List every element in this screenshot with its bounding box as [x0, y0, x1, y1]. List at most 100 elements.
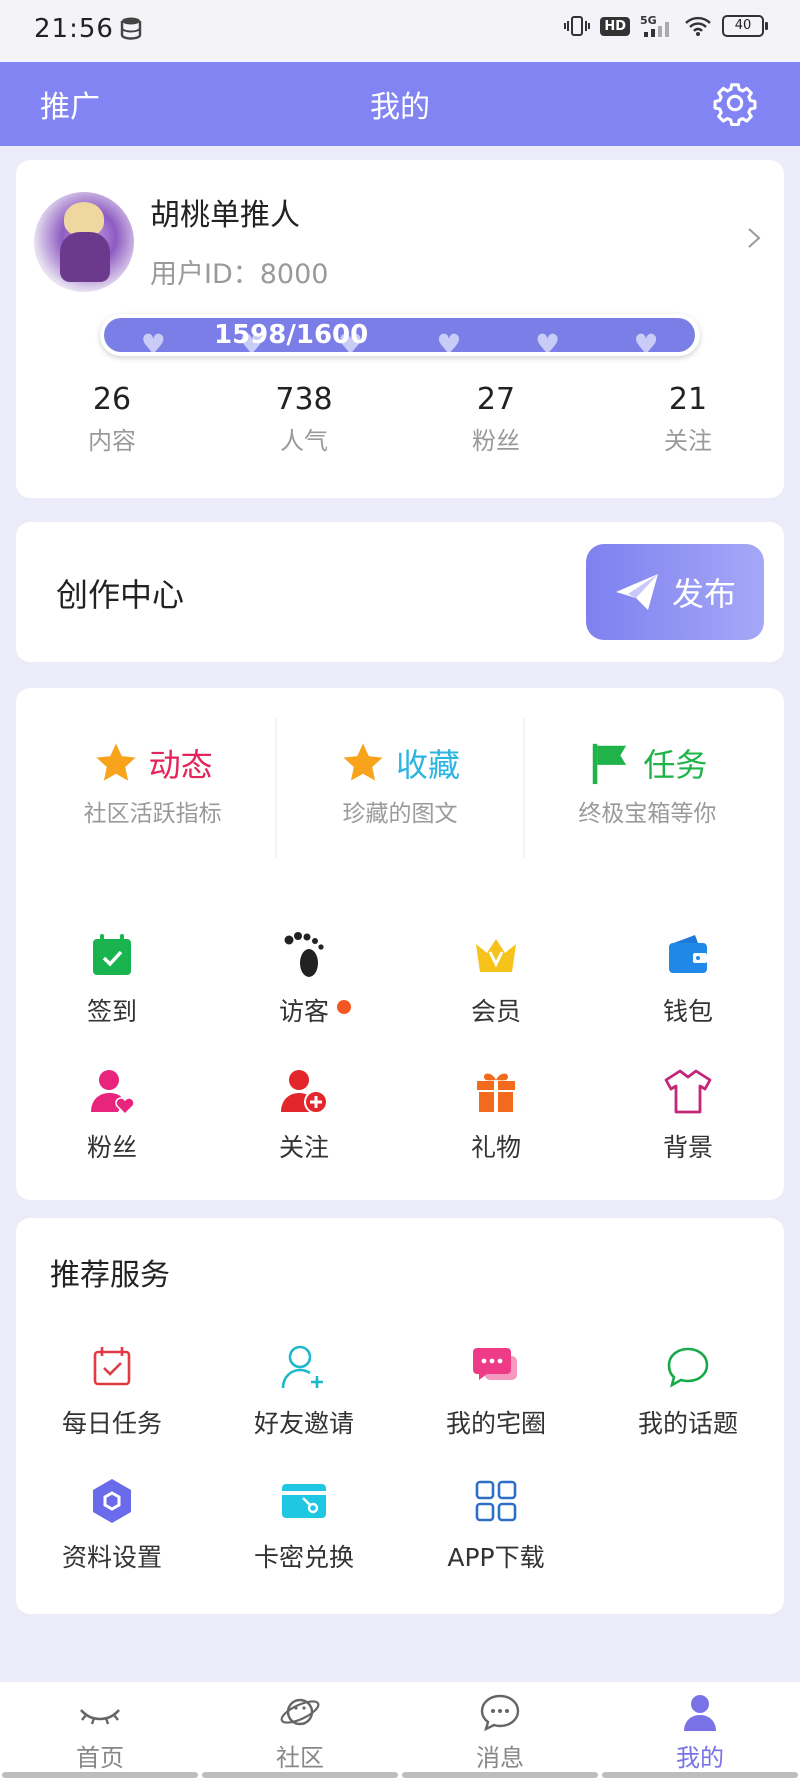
highlight-subtitle: 社区活跃指标 — [83, 801, 222, 827]
stat-value: 27 — [476, 382, 516, 417]
publish-button[interactable]: 发布 — [586, 544, 764, 640]
stat-popularity[interactable]: 738 人气 — [208, 382, 400, 456]
stat-fans[interactable]: 27 粉丝 — [400, 382, 592, 456]
page-title: 我的 — [370, 90, 430, 125]
tab-label: 社区 — [276, 1744, 324, 1772]
tab-community[interactable]: 社区 — [200, 1682, 400, 1778]
user-icon — [684, 1695, 716, 1731]
feature-membership[interactable]: 会员 — [400, 930, 592, 1028]
service-app-download[interactable]: APP下载 — [400, 1476, 592, 1574]
feature-label: 签到 — [86, 997, 137, 1026]
service-card-redeem[interactable]: 卡密兑换 — [208, 1476, 400, 1574]
feature-label: 关注 — [278, 1133, 329, 1162]
user-add-icon — [281, 1070, 328, 1114]
stat-content[interactable]: 26 内容 — [16, 382, 208, 456]
stat-following[interactable]: 21 关注 — [592, 382, 784, 456]
footprints-icon — [284, 932, 324, 977]
chat-bubble-icon — [667, 1347, 709, 1388]
flag-icon — [593, 743, 627, 785]
message-icon — [480, 1694, 520, 1732]
service-label: 我的宅圈 — [445, 1409, 546, 1438]
eye-closed-icon — [80, 1709, 120, 1725]
profile-card[interactable]: 胡桃单推人 用户ID：8000 ♥ ♥ ♥ ♥ ♥ ♥ 1598/1600 26 内容 7… — [16, 160, 784, 498]
grid-apps-icon — [475, 1480, 517, 1522]
highlight-tasks[interactable]: 任务 终极宝箱等你 — [525, 718, 770, 858]
highlight-subtitle: 珍藏的图文 — [342, 801, 458, 827]
tab-label: 首页 — [76, 1744, 124, 1772]
tab-me[interactable]: 我的 — [600, 1682, 800, 1778]
tab-label: 我的 — [676, 1744, 724, 1772]
chevron-right-icon[interactable] — [746, 226, 762, 250]
features-card: 动态 社区活跃指标 收藏 珍藏的图文 任务 终极宝箱等你 签到 访客 会员 钱包… — [16, 688, 784, 1200]
battery-indicator: 40 — [722, 15, 768, 37]
publish-label: 发布 — [671, 575, 736, 613]
highlight-title: 收藏 — [395, 746, 460, 784]
stat-value: 21 — [668, 382, 708, 417]
progress-fill: ♥ ♥ ♥ ♥ ♥ ♥ 1598/1600 — [104, 318, 696, 353]
service-invite-friends[interactable]: 好友邀请 — [208, 1342, 400, 1440]
stat-label: 人气 — [280, 427, 328, 455]
stat-label: 关注 — [664, 427, 712, 455]
level-progress-bar: ♥ ♥ ♥ ♥ ♥ ♥ 1598/1600 — [100, 314, 700, 356]
highlight-title: 任务 — [643, 746, 708, 784]
signal-icon: 5G — [640, 14, 669, 37]
tab-messages[interactable]: 消息 — [400, 1682, 600, 1778]
services-row-1: 每日任务 好友邀请 我的宅圈 我的话题 — [16, 1342, 784, 1440]
feature-checkin[interactable]: 签到 — [16, 930, 208, 1028]
feature-row-2: 粉丝 关注 礼物 背景 — [16, 1066, 784, 1164]
calendar-task-icon — [93, 1347, 131, 1386]
profile-stats: 26 内容 738 人气 27 粉丝 21 关注 — [16, 382, 784, 456]
feature-gifts[interactable]: 礼物 — [400, 1066, 592, 1164]
service-profile-settings[interactable]: 资料设置 — [16, 1476, 208, 1574]
service-label: APP下载 — [447, 1543, 545, 1572]
create-center-card: 创作中心 发布 — [16, 522, 784, 662]
feature-label: 会员 — [470, 997, 521, 1026]
star-icon — [343, 743, 383, 781]
svg-text:5G: 5G — [640, 14, 657, 27]
user-heart-icon — [91, 1070, 135, 1116]
status-bar: 21:56 HD 5G 40 — [0, 0, 800, 62]
avatar[interactable] — [34, 192, 134, 292]
service-label: 我的话题 — [637, 1409, 738, 1438]
wifi-icon — [685, 16, 711, 36]
feature-label: 背景 — [662, 1133, 713, 1162]
tab-label: 消息 — [476, 1744, 524, 1772]
chat-bubbles-icon — [473, 1348, 517, 1380]
feature-visitors[interactable]: 访客 — [208, 930, 400, 1028]
create-center-title: 创作中心 — [56, 576, 185, 614]
stat-value: 738 — [275, 382, 333, 417]
highlight-row: 动态 社区活跃指标 收藏 珍藏的图文 任务 终极宝箱等你 — [30, 718, 770, 858]
feature-label-text: 访客 — [278, 997, 329, 1026]
services-title: 推荐服务 — [50, 1258, 170, 1293]
progress-hearts-decoration: ♥ ♥ ♥ ♥ ♥ ♥ — [140, 328, 659, 353]
service-daily-task[interactable]: 每日任务 — [16, 1342, 208, 1440]
feature-background[interactable]: 背景 — [592, 1066, 784, 1164]
service-my-topics[interactable]: 我的话题 — [592, 1342, 784, 1440]
vibrate-icon — [564, 16, 591, 36]
service-my-circle[interactable]: 我的宅圈 — [400, 1342, 592, 1440]
hd-badge: HD — [600, 16, 630, 36]
feature-label: 粉丝 — [86, 1133, 137, 1162]
status-icons: HD 5G 40 — [564, 14, 768, 38]
card-key-icon — [282, 1484, 326, 1518]
feature-fans[interactable]: 粉丝 — [16, 1066, 208, 1164]
stat-value: 26 — [92, 382, 132, 417]
highlight-activity[interactable]: 动态 社区活跃指标 — [30, 718, 278, 858]
status-time: 21:56 — [34, 14, 114, 44]
hexagon-settings-icon — [93, 1479, 131, 1523]
feature-label: 访客 — [278, 992, 351, 1028]
highlight-favorites[interactable]: 收藏 珍藏的图文 — [277, 718, 525, 858]
services-card: 推荐服务 每日任务 好友邀请 我的宅圈 我的话题 资料设置 卡密兑换 APP下载 — [16, 1218, 784, 1614]
user-id: 用户ID：8000 — [150, 259, 329, 290]
highlight-title: 动态 — [148, 746, 213, 784]
feature-label: 钱包 — [662, 997, 713, 1026]
planet-icon — [280, 1698, 320, 1726]
gear-icon[interactable] — [712, 80, 758, 126]
star-icon — [96, 743, 136, 781]
progress-text: 1598/1600 — [214, 320, 369, 350]
gift-icon — [477, 1073, 515, 1112]
tab-home[interactable]: 首页 — [0, 1682, 200, 1778]
feature-wallet[interactable]: 钱包 — [592, 930, 784, 1028]
stat-label: 粉丝 — [472, 427, 520, 455]
feature-follow[interactable]: 关注 — [208, 1066, 400, 1164]
